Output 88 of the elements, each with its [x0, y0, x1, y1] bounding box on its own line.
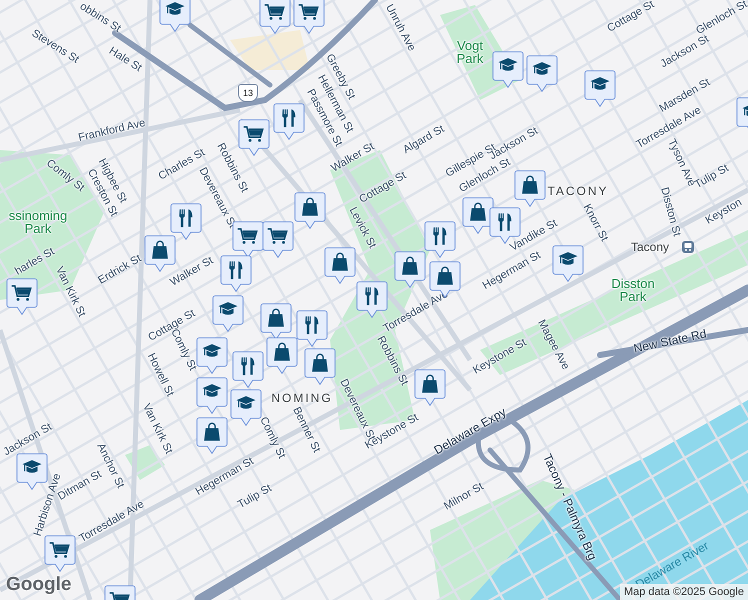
park-label: Disston Park [611, 277, 655, 303]
shopping-bag-icon [522, 176, 538, 194]
graduation-cap-icon [202, 384, 222, 397]
graduation-cap-icon [558, 252, 578, 265]
school-marker[interactable] [212, 295, 244, 333]
street-label: Knorr St [580, 202, 610, 244]
restaurant-marker[interactable] [424, 221, 456, 259]
street-label: Van Kirk St [53, 265, 87, 319]
shopping-bag-icon [274, 342, 290, 361]
train-icon [681, 240, 695, 254]
street-label: Van Kirk St [140, 402, 174, 456]
google-logo: Google [6, 574, 72, 596]
shopping-bag-icon [332, 252, 348, 271]
fork-knife-icon [365, 287, 378, 306]
restaurant-marker[interactable] [296, 310, 328, 348]
street-label: Hale St [106, 46, 144, 74]
shopping-cart-icon [244, 126, 264, 142]
map-attribution: Map data ©2025 Google [620, 584, 748, 600]
station-label: Tacony [630, 241, 670, 253]
park-label: ssinoming Park [8, 209, 68, 235]
shopping-cart-icon [238, 228, 258, 244]
street-label: Tulip St [236, 483, 274, 511]
grocery-marker[interactable] [259, 0, 291, 35]
shopping-bag-icon [268, 308, 284, 327]
shop-marker[interactable] [514, 170, 546, 208]
school-marker[interactable] [552, 245, 584, 283]
shopping-cart-icon [12, 285, 32, 301]
shopping-bag-icon [402, 256, 418, 275]
shopping-cart-icon [110, 592, 130, 600]
graduation-cap-icon [202, 344, 222, 357]
park-area [125, 445, 165, 480]
route-shield: 13 [238, 84, 258, 102]
shop-marker[interactable] [196, 417, 228, 455]
school-marker[interactable] [196, 337, 228, 375]
graduation-cap-icon [218, 302, 238, 315]
school-marker[interactable] [526, 55, 558, 93]
grocery-marker[interactable] [262, 221, 294, 259]
graduation-cap-icon [498, 58, 518, 71]
fork-knife-icon [179, 209, 192, 228]
shopping-bag-icon [152, 240, 168, 259]
shop-marker[interactable] [294, 192, 326, 230]
school-marker[interactable] [196, 377, 228, 415]
shopping-bag-icon [470, 202, 486, 221]
shopping-bag-icon [437, 266, 453, 285]
park-label: Vogt Park [456, 39, 484, 65]
street-label: Unruh Ave [383, 2, 417, 54]
restaurant-marker[interactable] [232, 351, 264, 389]
shop-marker[interactable] [266, 337, 298, 375]
school-marker[interactable] [159, 0, 191, 33]
grocery-marker[interactable] [6, 278, 38, 316]
shopping-bag-icon [422, 374, 438, 393]
fork-knife-icon [433, 227, 446, 246]
restaurant-marker[interactable] [220, 255, 252, 293]
shopping-cart-icon [50, 542, 70, 558]
highway-label: New State Rd [632, 327, 708, 355]
fork-knife-icon [241, 357, 254, 376]
street-label: Tulip St [693, 163, 731, 191]
grocery-marker[interactable] [293, 0, 325, 35]
neighborhood-label: TACONY [547, 185, 609, 197]
shopping-bag-icon [204, 422, 220, 441]
graduation-cap-icon [22, 460, 42, 473]
graduation-cap-icon [236, 396, 256, 409]
shopping-bag-icon [312, 354, 328, 372]
school-marker[interactable] [230, 389, 262, 427]
fork-knife-icon [305, 316, 318, 334]
shopping-cart-icon [264, 4, 285, 20]
shopping-cart-icon [298, 4, 319, 20]
shop-marker[interactable] [304, 348, 336, 386]
school-marker[interactable] [492, 51, 524, 89]
shopping-cart-icon [268, 228, 288, 244]
graduation-cap-icon [166, 2, 184, 15]
grocery-marker[interactable] [44, 535, 76, 573]
shopping-bag-icon [302, 198, 318, 216]
graduation-cap-icon [532, 62, 552, 75]
graduation-cap-icon [742, 104, 748, 117]
graduation-cap-icon [590, 77, 610, 90]
shop-marker[interactable] [414, 369, 446, 407]
shop-marker[interactable] [394, 251, 426, 289]
school-marker[interactable] [584, 70, 616, 108]
neighborhood-label: NOMING [271, 392, 333, 404]
street-label: Comly St [257, 416, 287, 460]
shop-marker[interactable] [324, 247, 356, 285]
restaurant-marker[interactable] [273, 103, 305, 141]
fork-knife-icon [282, 109, 296, 128]
school-marker[interactable] [16, 453, 48, 491]
street-label: Frankford Ave [78, 118, 146, 144]
street-label: Disston St [658, 186, 682, 238]
fork-knife-icon [229, 261, 242, 280]
